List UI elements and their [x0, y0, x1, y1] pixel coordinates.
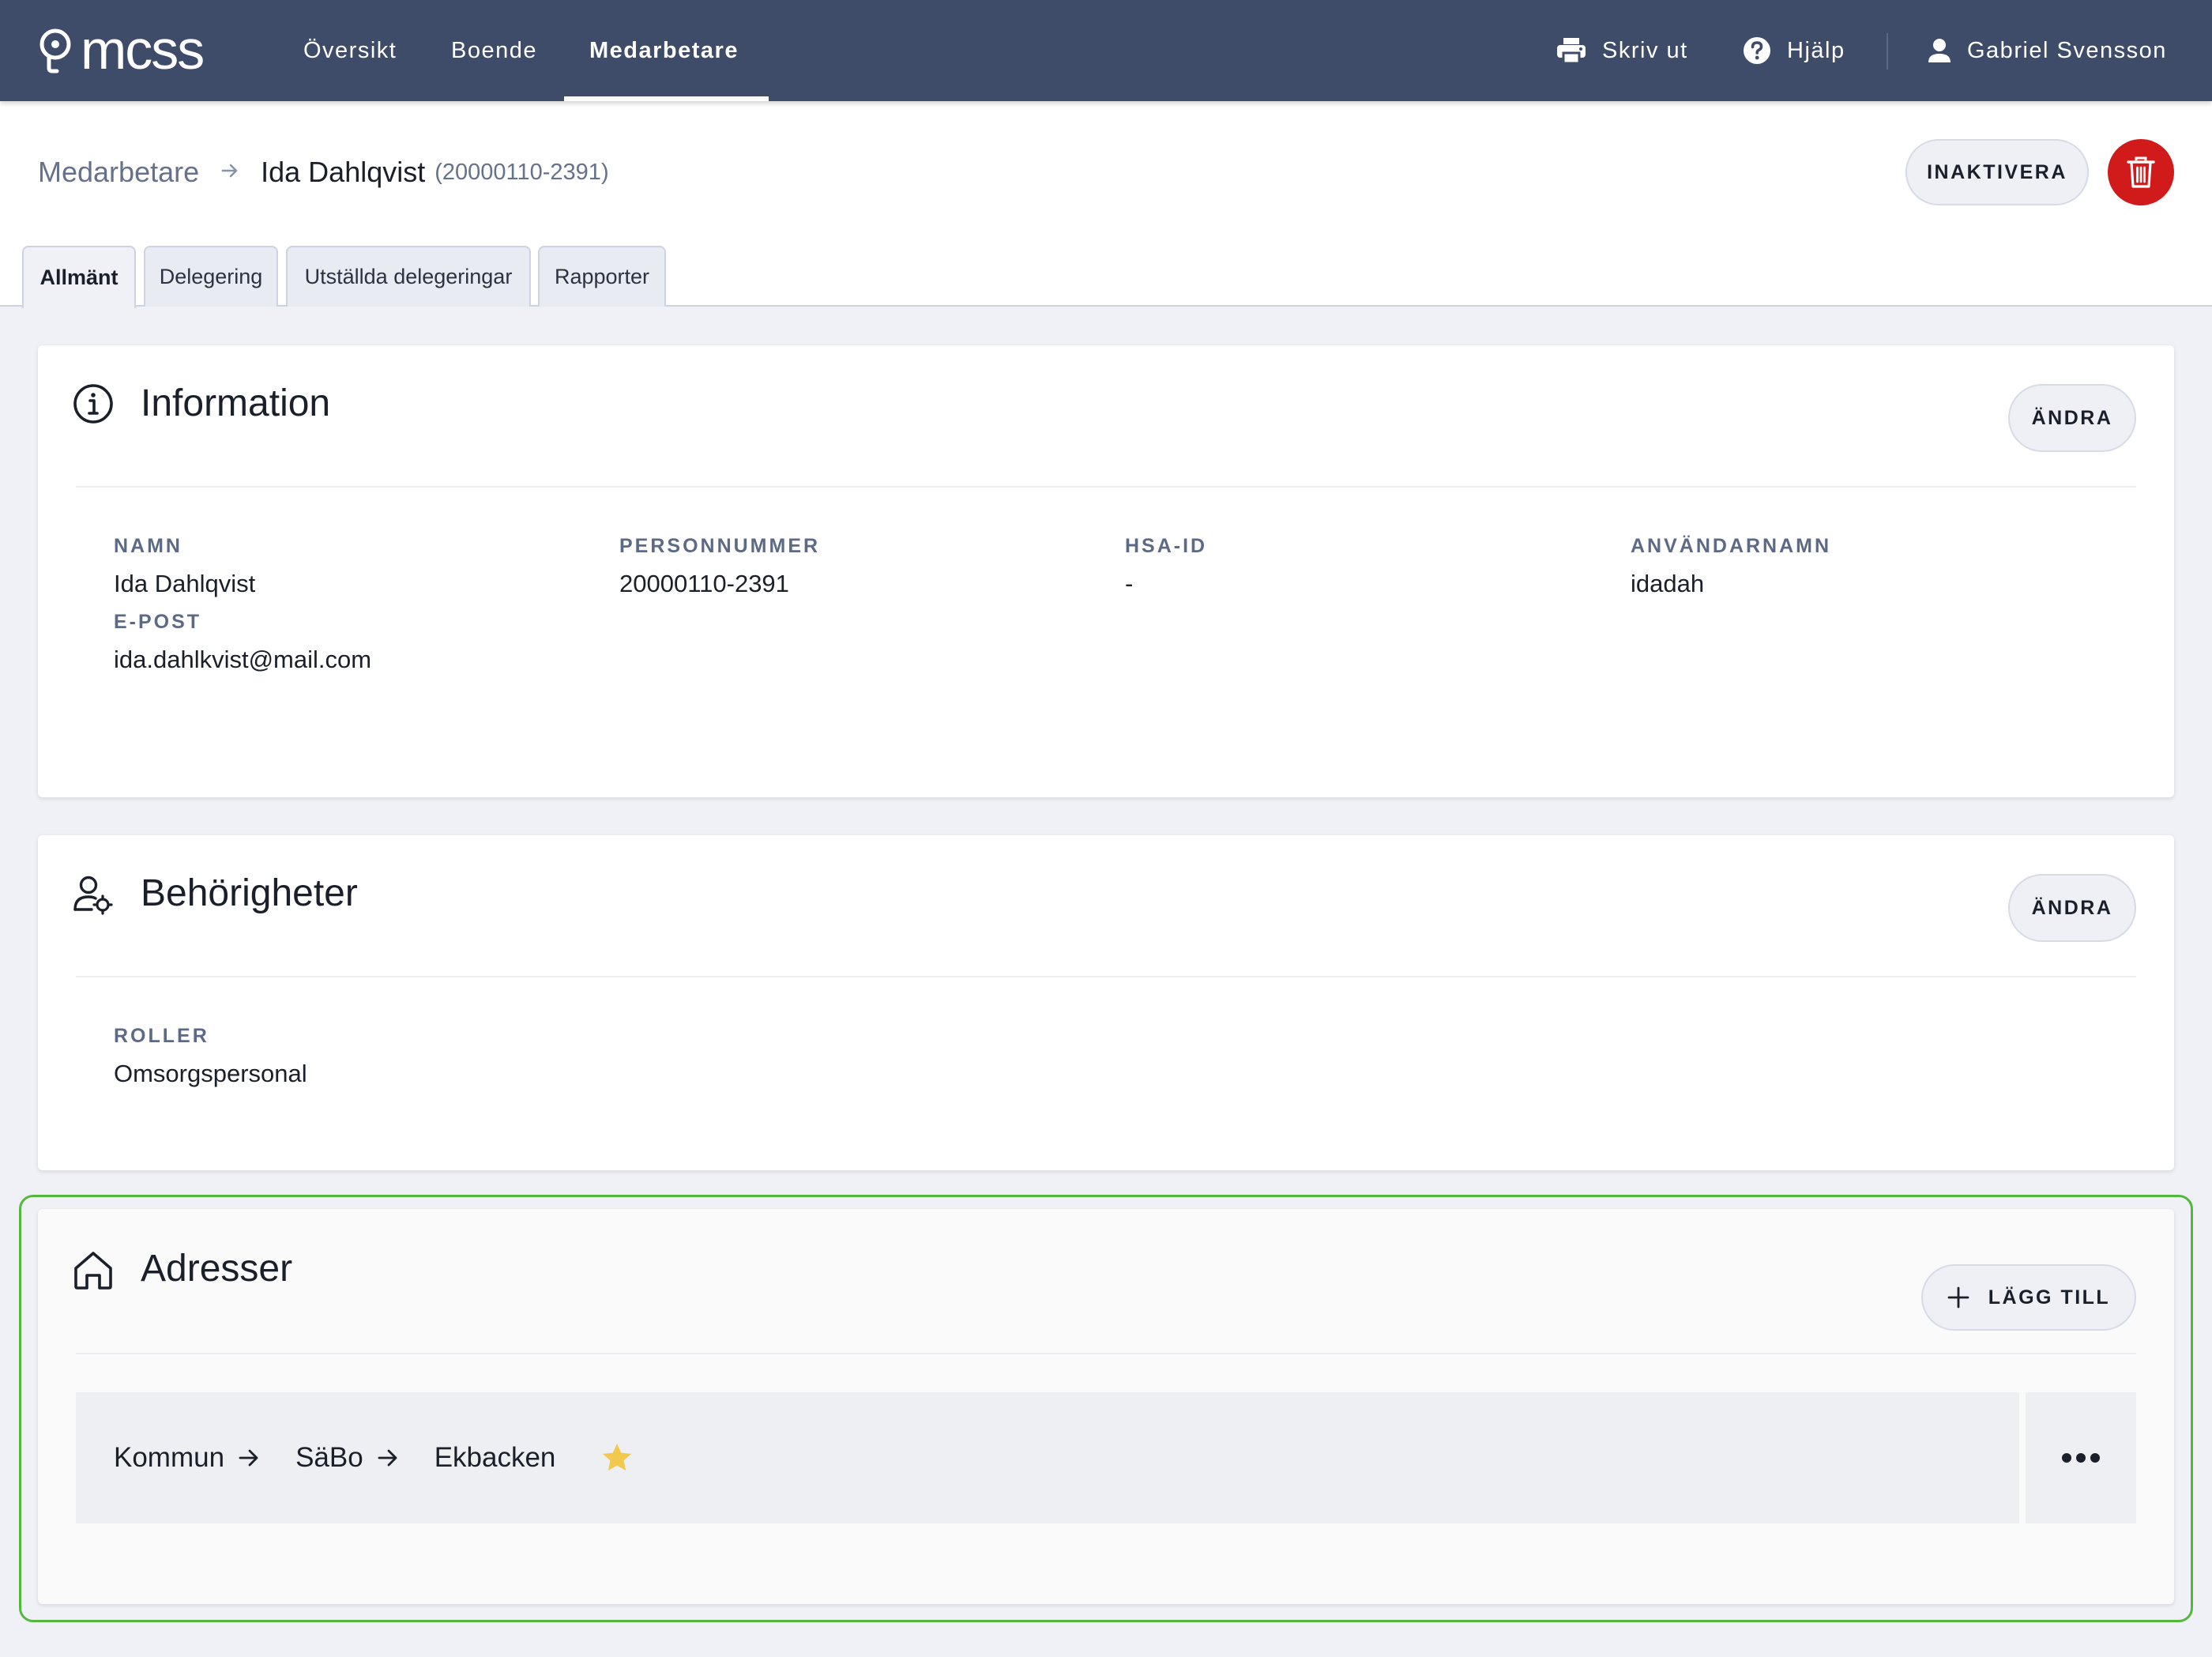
breadcrumb-arrow-icon [221, 160, 239, 185]
arrow-right-icon [239, 1448, 259, 1467]
anvandarnamn-value: idadah [1631, 570, 1705, 597]
addresses-title: Adresser [141, 1248, 293, 1290]
address-level-2: SäBo [295, 1442, 363, 1473]
card-divider [76, 976, 2136, 977]
addresses-card: Adresser LÄGG TILL Kommun SäBo Ekbacken [38, 1209, 2174, 1604]
help-circle-icon [1744, 37, 1770, 64]
nav-oversikt[interactable]: Översikt [303, 0, 397, 101]
breadcrumb-parent-link[interactable]: Medarbetare [38, 156, 199, 189]
user-name: Gabriel Svensson [1967, 37, 2167, 63]
information-title: Information [141, 382, 331, 424]
print-button[interactable]: Skriv ut [1556, 0, 1688, 101]
arrow-right-icon [378, 1448, 398, 1467]
personnummer-value: 20000110-2391 [619, 570, 789, 597]
address-level-3: Ekbacken [434, 1442, 556, 1473]
address-level-1: Kommun [114, 1442, 225, 1473]
add-address-button[interactable]: LÄGG TILL [1921, 1264, 2136, 1331]
home-icon [73, 1250, 114, 1295]
edit-permissions-button[interactable]: ÄNDRA [2008, 874, 2136, 942]
tab-rapporter[interactable]: Rapporter [538, 246, 666, 307]
help-label: Hjälp [1787, 37, 1845, 63]
tab-delegering[interactable]: Delegering [144, 246, 278, 307]
card-divider [76, 1353, 2136, 1354]
user-menu[interactable]: Gabriel Svensson [1928, 0, 2167, 101]
more-horizontal-icon [2062, 1453, 2100, 1463]
user-icon [1928, 39, 1951, 62]
nav-medarbetare[interactable]: Medarbetare [589, 0, 739, 101]
info-circle-icon [73, 383, 114, 428]
hsaid-value: - [1125, 570, 1134, 597]
breadcrumb-current: Ida Dahlqvist [261, 156, 426, 188]
logo-mark-icon [40, 28, 71, 73]
tab-utstallda-delegeringar[interactable]: Utställda delegeringar [286, 246, 531, 307]
edit-information-button[interactable]: ÄNDRA [2008, 384, 2136, 452]
trash-icon [2127, 156, 2155, 188]
hsaid-label: HSA-ID [1125, 535, 1208, 557]
active-nav-indicator [564, 96, 769, 101]
breadcrumb: Medarbetare Ida Dahlqvist (20000110-2391… [38, 150, 609, 194]
tab-allmant[interactable]: Allmänt [22, 246, 136, 308]
roller-value: Omsorgspersonal [114, 1060, 307, 1087]
delete-button[interactable] [2108, 139, 2174, 205]
epost-value: ida.dahlkvist@mail.com [114, 646, 372, 673]
permissions-title: Behörigheter [141, 872, 358, 914]
anvandarnamn-label: ANVÄNDARNAMN [1631, 535, 1832, 557]
nav-boende[interactable]: Boende [451, 0, 537, 101]
namn-label: NAMN [114, 535, 182, 557]
plus-icon [1947, 1286, 1969, 1309]
user-permission-icon [73, 875, 114, 920]
top-navigation-bar: mcss Översikt Boende Medarbetare Skriv u… [0, 0, 2212, 101]
nav-divider [1887, 33, 1888, 70]
printer-icon [1557, 38, 1586, 64]
deactivate-button[interactable]: INAKTIVERA [1905, 139, 2089, 205]
mcss-logo[interactable]: mcss [38, 19, 205, 81]
namn-value: Ida Dahlqvist [114, 570, 256, 597]
print-label: Skriv ut [1602, 37, 1688, 63]
breadcrumb-personnummer: (20000110-2391) [434, 159, 609, 185]
epost-label: E-POST [114, 611, 202, 633]
personnummer-label: PERSONNUMMER [619, 535, 821, 557]
logo-text: mcss [81, 19, 205, 81]
permissions-card: Behörigheter ÄNDRA ROLLER Omsorgspersona… [38, 835, 2174, 1170]
address-more-menu-button[interactable] [2026, 1392, 2136, 1523]
favorite-star-icon[interactable] [601, 1442, 633, 1474]
help-button[interactable]: Hjälp [1743, 0, 1845, 101]
roller-label: ROLLER [114, 1025, 209, 1047]
address-row[interactable]: Kommun SäBo Ekbacken [76, 1392, 2019, 1523]
add-address-label: LÄGG TILL [1988, 1286, 2111, 1309]
information-card: Information ÄNDRA NAMN Ida Dahlqvist PER… [38, 345, 2174, 797]
card-divider [76, 486, 2136, 488]
